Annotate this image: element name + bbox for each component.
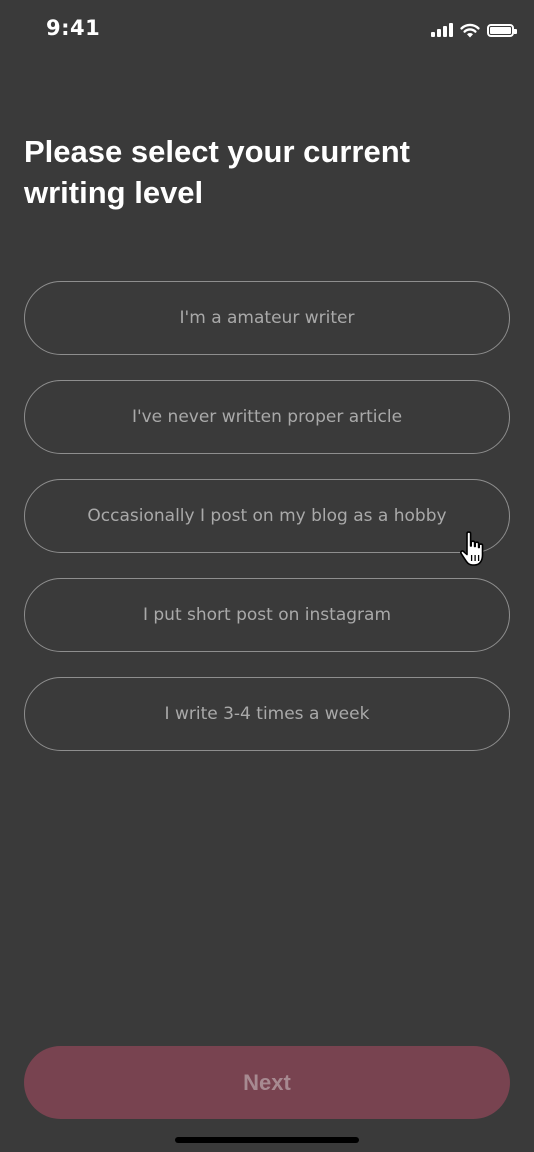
- wifi-icon: [460, 23, 480, 37]
- option-instagram-posts[interactable]: I put short post on instagram: [24, 578, 510, 652]
- signal-icon: [431, 23, 453, 37]
- page-title: Please select your current writing level: [24, 134, 410, 210]
- option-never-written[interactable]: I've never written proper article: [24, 380, 510, 454]
- next-button[interactable]: Next: [24, 1046, 510, 1119]
- status-icons: [431, 20, 517, 40]
- hand-pointer-icon: [460, 531, 484, 566]
- option-blog-hobby[interactable]: Occasionally I post on my blog as a hobb…: [24, 479, 510, 553]
- home-indicator[interactable]: [175, 1137, 359, 1143]
- status-bar: 9:41: [0, 0, 534, 60]
- status-time: 9:41: [46, 16, 101, 40]
- option-amateur-writer[interactable]: I'm a amateur writer: [24, 281, 510, 355]
- writing-level-options: I'm a amateur writer I've never written …: [24, 281, 510, 776]
- battery-icon: [487, 23, 517, 37]
- option-write-weekly[interactable]: I write 3-4 times a week: [24, 677, 510, 751]
